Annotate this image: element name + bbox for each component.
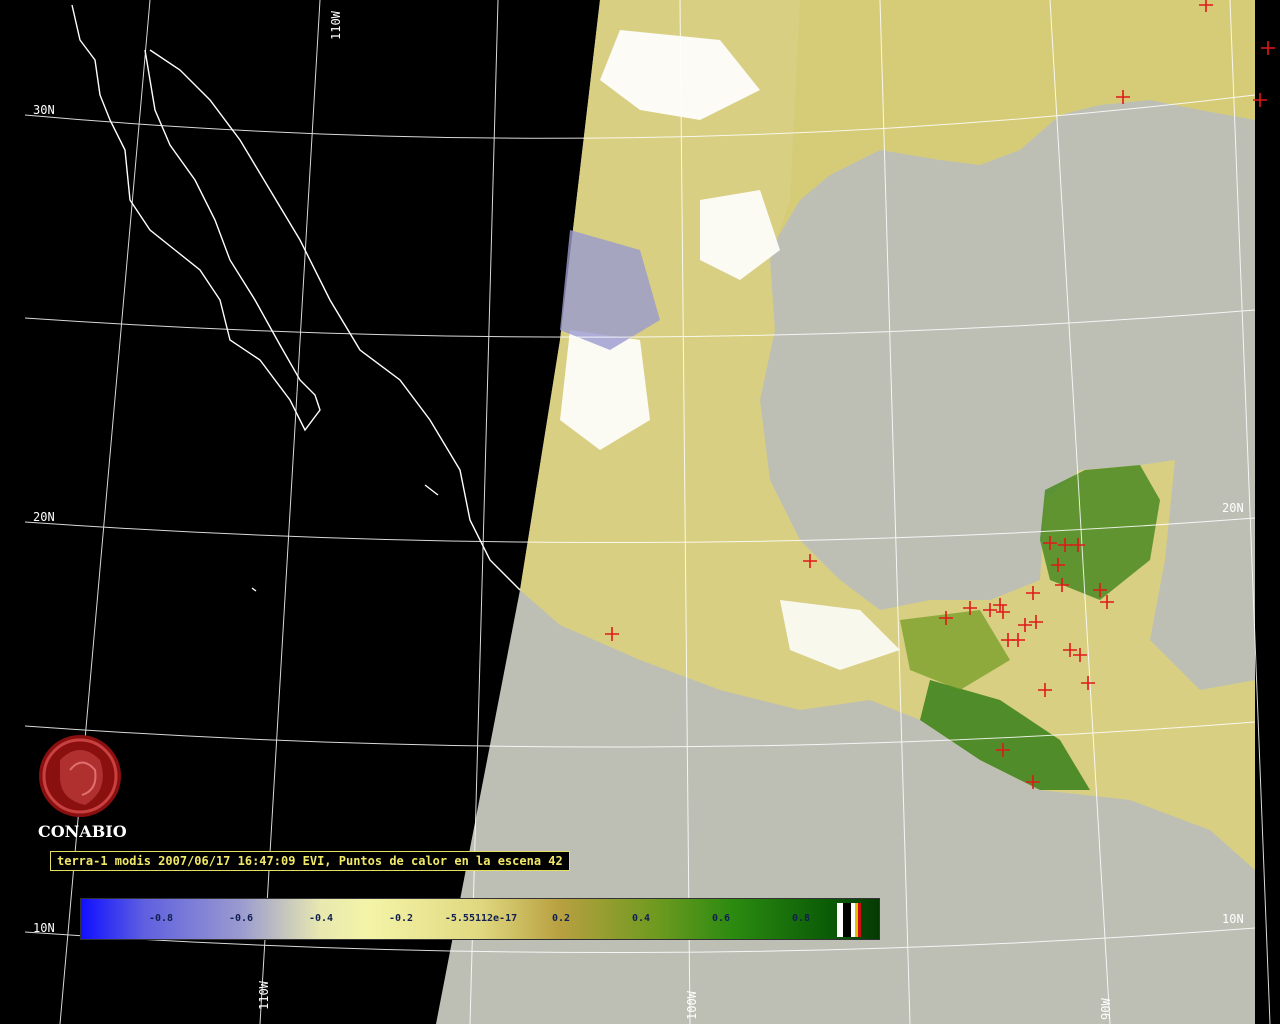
hotspot-cross — [1261, 41, 1275, 55]
label-10n-left: 10N — [33, 921, 55, 935]
label-20n-left: 20N — [33, 510, 55, 524]
label-110w-top: 110W — [329, 10, 343, 40]
colorbar-tick: -0.8 — [148, 913, 174, 924]
conabio-label: CONABIO — [38, 822, 127, 841]
conabio-logo — [39, 735, 121, 817]
colorbar-tick: -0.4 — [308, 913, 334, 924]
colorbar-swatch — [858, 903, 861, 937]
colorbar-tick: 0.4 — [631, 913, 651, 924]
colorbar-tick: 0.2 — [551, 913, 571, 924]
colorbar-tick: -0.2 — [388, 913, 414, 924]
label-30n: 30N — [33, 103, 55, 117]
label-100w-bottom: 100W — [685, 990, 699, 1020]
label-10n-right: 10N — [1222, 912, 1244, 926]
evi-colorbar: -0.8 -0.6 -0.4 -0.2 -5.55112e-17 0.2 0.4… — [80, 898, 880, 940]
scene-caption: terra-1 modis 2007/06/17 16:47:09 EVI, P… — [50, 851, 570, 871]
label-110w-bottom: 110W — [257, 980, 271, 1010]
colorbar-tick: -5.55112e-17 — [444, 913, 518, 924]
colorbar-tick: -0.6 — [228, 913, 254, 924]
label-20n-right: 20N — [1222, 501, 1244, 515]
colorbar-swatch — [843, 903, 851, 937]
colorbar-tick: 0.8 — [791, 913, 811, 924]
coastline — [71, 4, 521, 592]
colorbar-tick: 0.6 — [711, 913, 731, 924]
hotspot-cross — [1253, 93, 1267, 107]
label-90w-bottom: 90W — [1099, 998, 1113, 1020]
